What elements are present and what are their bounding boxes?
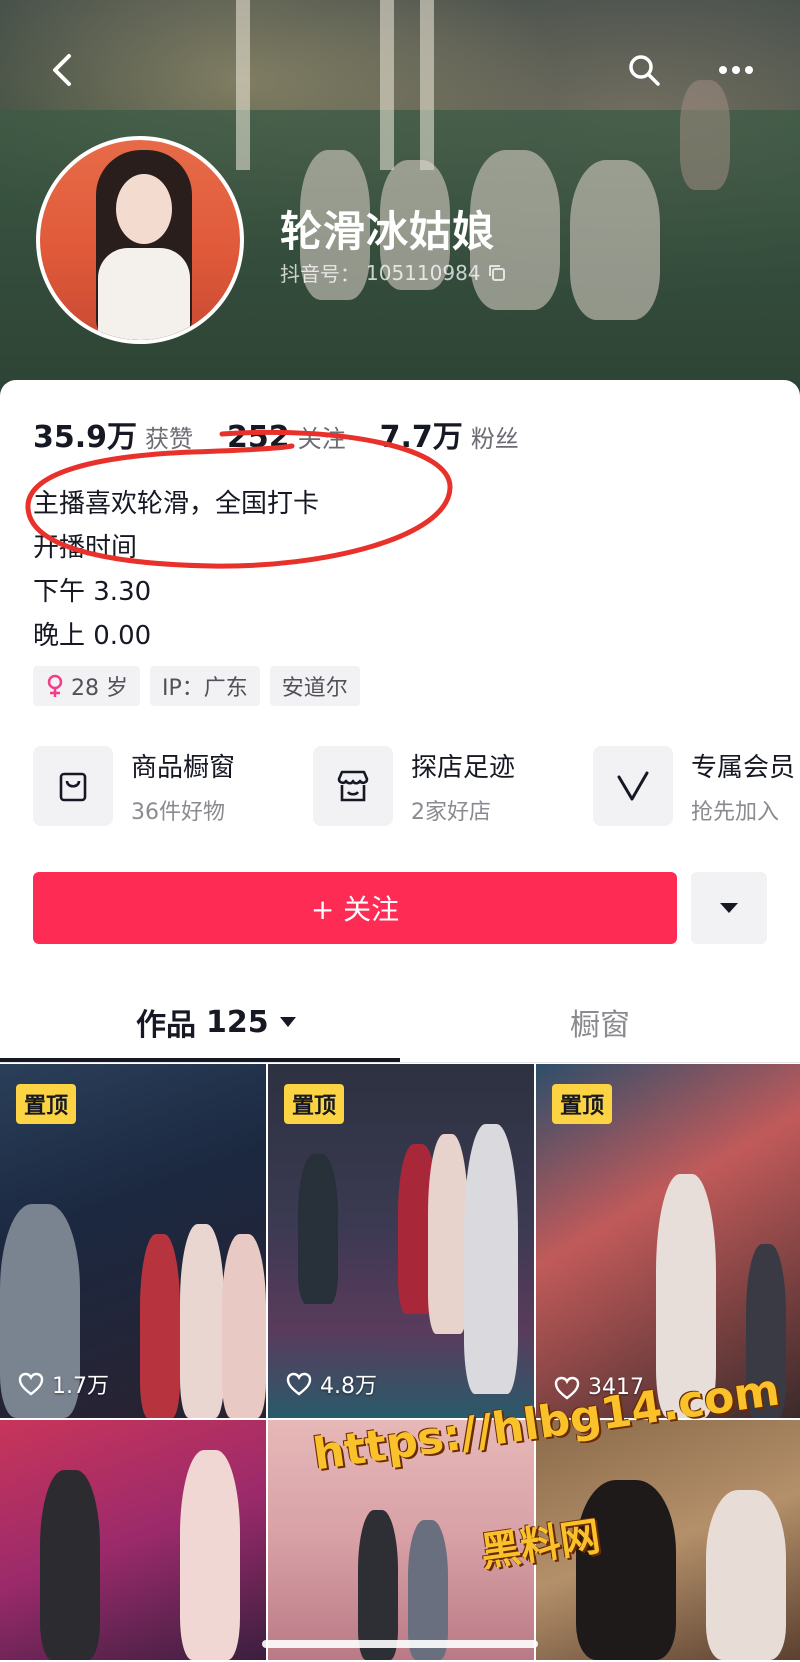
thumb-figure	[180, 1450, 240, 1660]
uid-label: 抖音号：	[280, 262, 360, 286]
avatar-face	[116, 174, 172, 244]
pinned-badge: 置顶	[552, 1084, 613, 1124]
cover-pillar	[420, 0, 434, 170]
thumb-figure	[180, 1224, 224, 1418]
followers-label[interactable]: 粉丝	[471, 419, 519, 454]
v-icon	[593, 746, 673, 826]
video-thumbnail[interactable]: 置顶 4.8万	[268, 1064, 534, 1418]
pinned-badge: 置顶	[284, 1084, 345, 1124]
home-indicator[interactable]	[262, 1640, 538, 1648]
profile-tags: 28 岁 IP：广东 安道尔	[33, 666, 360, 706]
video-grid: 置顶 1.7万 置顶 4.8万 置顶 3417	[0, 1064, 800, 1660]
cover-pillar	[380, 0, 394, 170]
thumb-figure	[140, 1234, 180, 1418]
shop-icon	[313, 746, 393, 826]
avatar-body	[98, 248, 190, 340]
location-tag[interactable]: 安道尔	[269, 666, 360, 706]
thumb-figure	[358, 1510, 398, 1660]
service-title: 商品橱窗	[131, 752, 236, 783]
thumb-figure	[464, 1124, 518, 1394]
likes-count-text: 4.8万	[320, 1374, 377, 1399]
service-subtitle: 36件好物	[131, 799, 225, 825]
profile-nickname: 轮滑冰姑娘	[280, 207, 496, 256]
tab-showcase[interactable]: 橱窗	[570, 1000, 630, 1044]
thumb-figure	[40, 1470, 100, 1660]
video-thumbnail[interactable]: 置顶 1.7万	[0, 1064, 266, 1418]
cover-figure	[570, 160, 660, 320]
tab-works-label: 作品	[136, 1008, 196, 1043]
thumb-figure	[298, 1154, 338, 1304]
caret-down-icon	[279, 1017, 296, 1027]
video-likes: 1.7万	[18, 1368, 109, 1400]
red-circle-annotation	[25, 429, 453, 569]
service-membership[interactable]: 专属会员 抢先加入	[593, 746, 800, 826]
age-text: 28 岁	[71, 676, 128, 701]
cover-figure	[680, 80, 730, 190]
age-tag: 28 岁	[33, 666, 140, 706]
content-tabs: 作品 125 橱窗	[0, 990, 800, 1062]
ip-tag: IP：广东	[150, 666, 260, 706]
more-dots-icon	[719, 66, 753, 74]
more-options-button[interactable]	[714, 48, 758, 92]
service-subtitle: 2家好店	[411, 799, 491, 825]
caret-down-icon	[720, 903, 738, 913]
service-title: 专属会员	[691, 752, 796, 783]
video-thumbnail[interactable]: 置顶 3417	[536, 1064, 800, 1418]
tab-works-count: 125	[206, 1004, 269, 1040]
video-thumbnail[interactable]	[0, 1420, 266, 1660]
video-likes: 4.8万	[286, 1368, 377, 1400]
thumb-figure	[428, 1134, 468, 1334]
service-title: 探店足迹	[411, 752, 516, 783]
search-button[interactable]	[622, 48, 666, 92]
service-showcase[interactable]: 商品橱窗 36件好物	[33, 746, 313, 826]
pinned-badge: 置顶	[16, 1084, 77, 1124]
service-subtitle: 抢先加入	[691, 799, 780, 825]
follow-options-button[interactable]	[691, 872, 767, 944]
thumb-figure	[222, 1234, 266, 1418]
avatar[interactable]	[36, 136, 244, 344]
heart-icon	[286, 1372, 312, 1396]
profile-uid[interactable]: 抖音号： 105110984	[280, 258, 507, 287]
female-icon	[47, 674, 63, 697]
back-button[interactable]	[40, 48, 84, 92]
location-text: 安道尔	[281, 676, 348, 701]
copy-icon[interactable]	[487, 263, 507, 283]
likes-count-text: 1.7万	[52, 1374, 109, 1399]
follow-button[interactable]: + 关注	[33, 872, 677, 944]
service-shop-visits[interactable]: 探店足迹 2家好店	[313, 746, 593, 826]
back-arrow-icon	[53, 54, 71, 86]
bio-line: 晚上 0.00	[33, 621, 152, 651]
tab-divider	[0, 1062, 800, 1063]
search-icon	[629, 55, 660, 86]
uid-value: 105110984	[366, 260, 481, 285]
service-row: 商品橱窗 36件好物 探店足迹 2家好店 专属会员 抢先加入	[33, 746, 800, 826]
tab-works[interactable]: 作品 125	[136, 1000, 297, 1044]
ip-text: IP：广东	[162, 676, 248, 701]
thumb-figure	[706, 1490, 786, 1660]
thumb-figure	[408, 1520, 448, 1660]
tab-showcase-label: 橱窗	[570, 1008, 630, 1043]
bag-icon	[33, 746, 113, 826]
cover-pillar	[236, 0, 250, 170]
heart-icon	[18, 1372, 44, 1396]
